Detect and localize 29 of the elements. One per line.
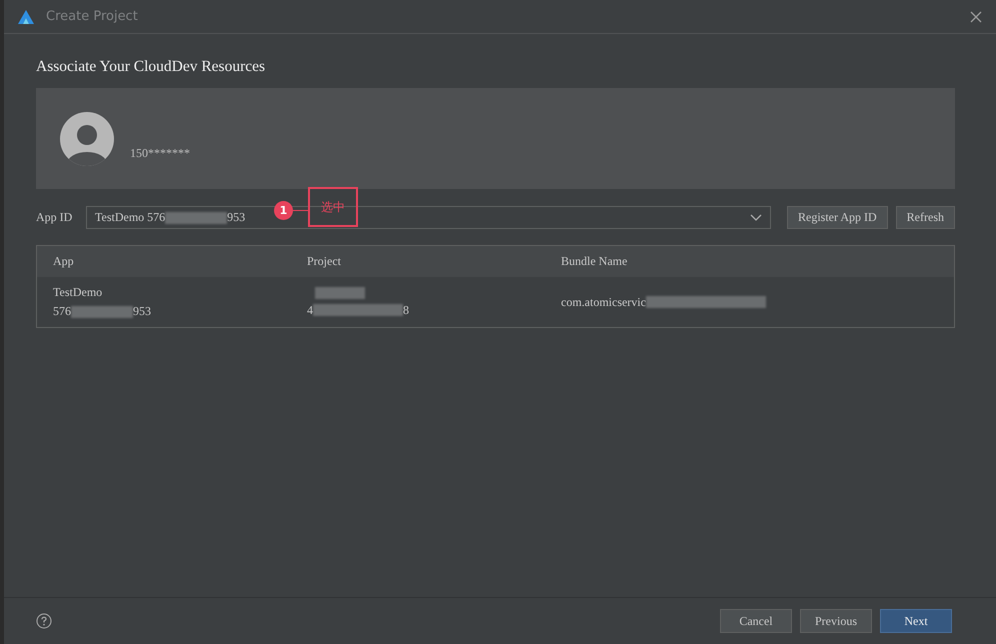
close-icon[interactable] bbox=[970, 10, 982, 22]
section-heading: Associate Your CloudDev Resources bbox=[36, 58, 266, 76]
redaction-blur bbox=[165, 212, 228, 224]
leader-line bbox=[293, 210, 309, 211]
table-cell: com.atomicservic bbox=[561, 294, 646, 310]
help-icon[interactable] bbox=[36, 613, 52, 629]
redaction-blur bbox=[315, 286, 365, 298]
column-header: Bundle Name bbox=[560, 254, 628, 269]
table-cell: 953 bbox=[133, 304, 151, 319]
table-cell: 4 bbox=[307, 302, 313, 318]
column-header: Project bbox=[306, 254, 342, 269]
previous-button[interactable]: Previous bbox=[800, 609, 872, 633]
annotation-number-badge: 1 bbox=[274, 201, 293, 220]
app-id-label: App ID bbox=[36, 210, 74, 225]
chevron-down-icon bbox=[750, 214, 762, 222]
app-logo-icon bbox=[18, 10, 34, 24]
next-button[interactable]: Next bbox=[880, 609, 952, 633]
refresh-button[interactable]: Refresh bbox=[896, 206, 955, 229]
table-cell: 576 bbox=[53, 304, 71, 319]
column-header: App bbox=[52, 254, 75, 269]
redaction-blur bbox=[71, 306, 133, 318]
table-cell-text: TestDemo bbox=[53, 285, 104, 300]
cancel-button[interactable]: Cancel bbox=[720, 609, 792, 633]
avatar-icon bbox=[60, 112, 114, 166]
table-cell: 8 bbox=[403, 302, 409, 318]
register-app-id-button[interactable]: Register App ID bbox=[787, 206, 888, 229]
window-title: Create Project bbox=[46, 9, 138, 24]
account-name: 150******* bbox=[130, 146, 190, 161]
annotation-label: 选中 bbox=[308, 187, 358, 227]
